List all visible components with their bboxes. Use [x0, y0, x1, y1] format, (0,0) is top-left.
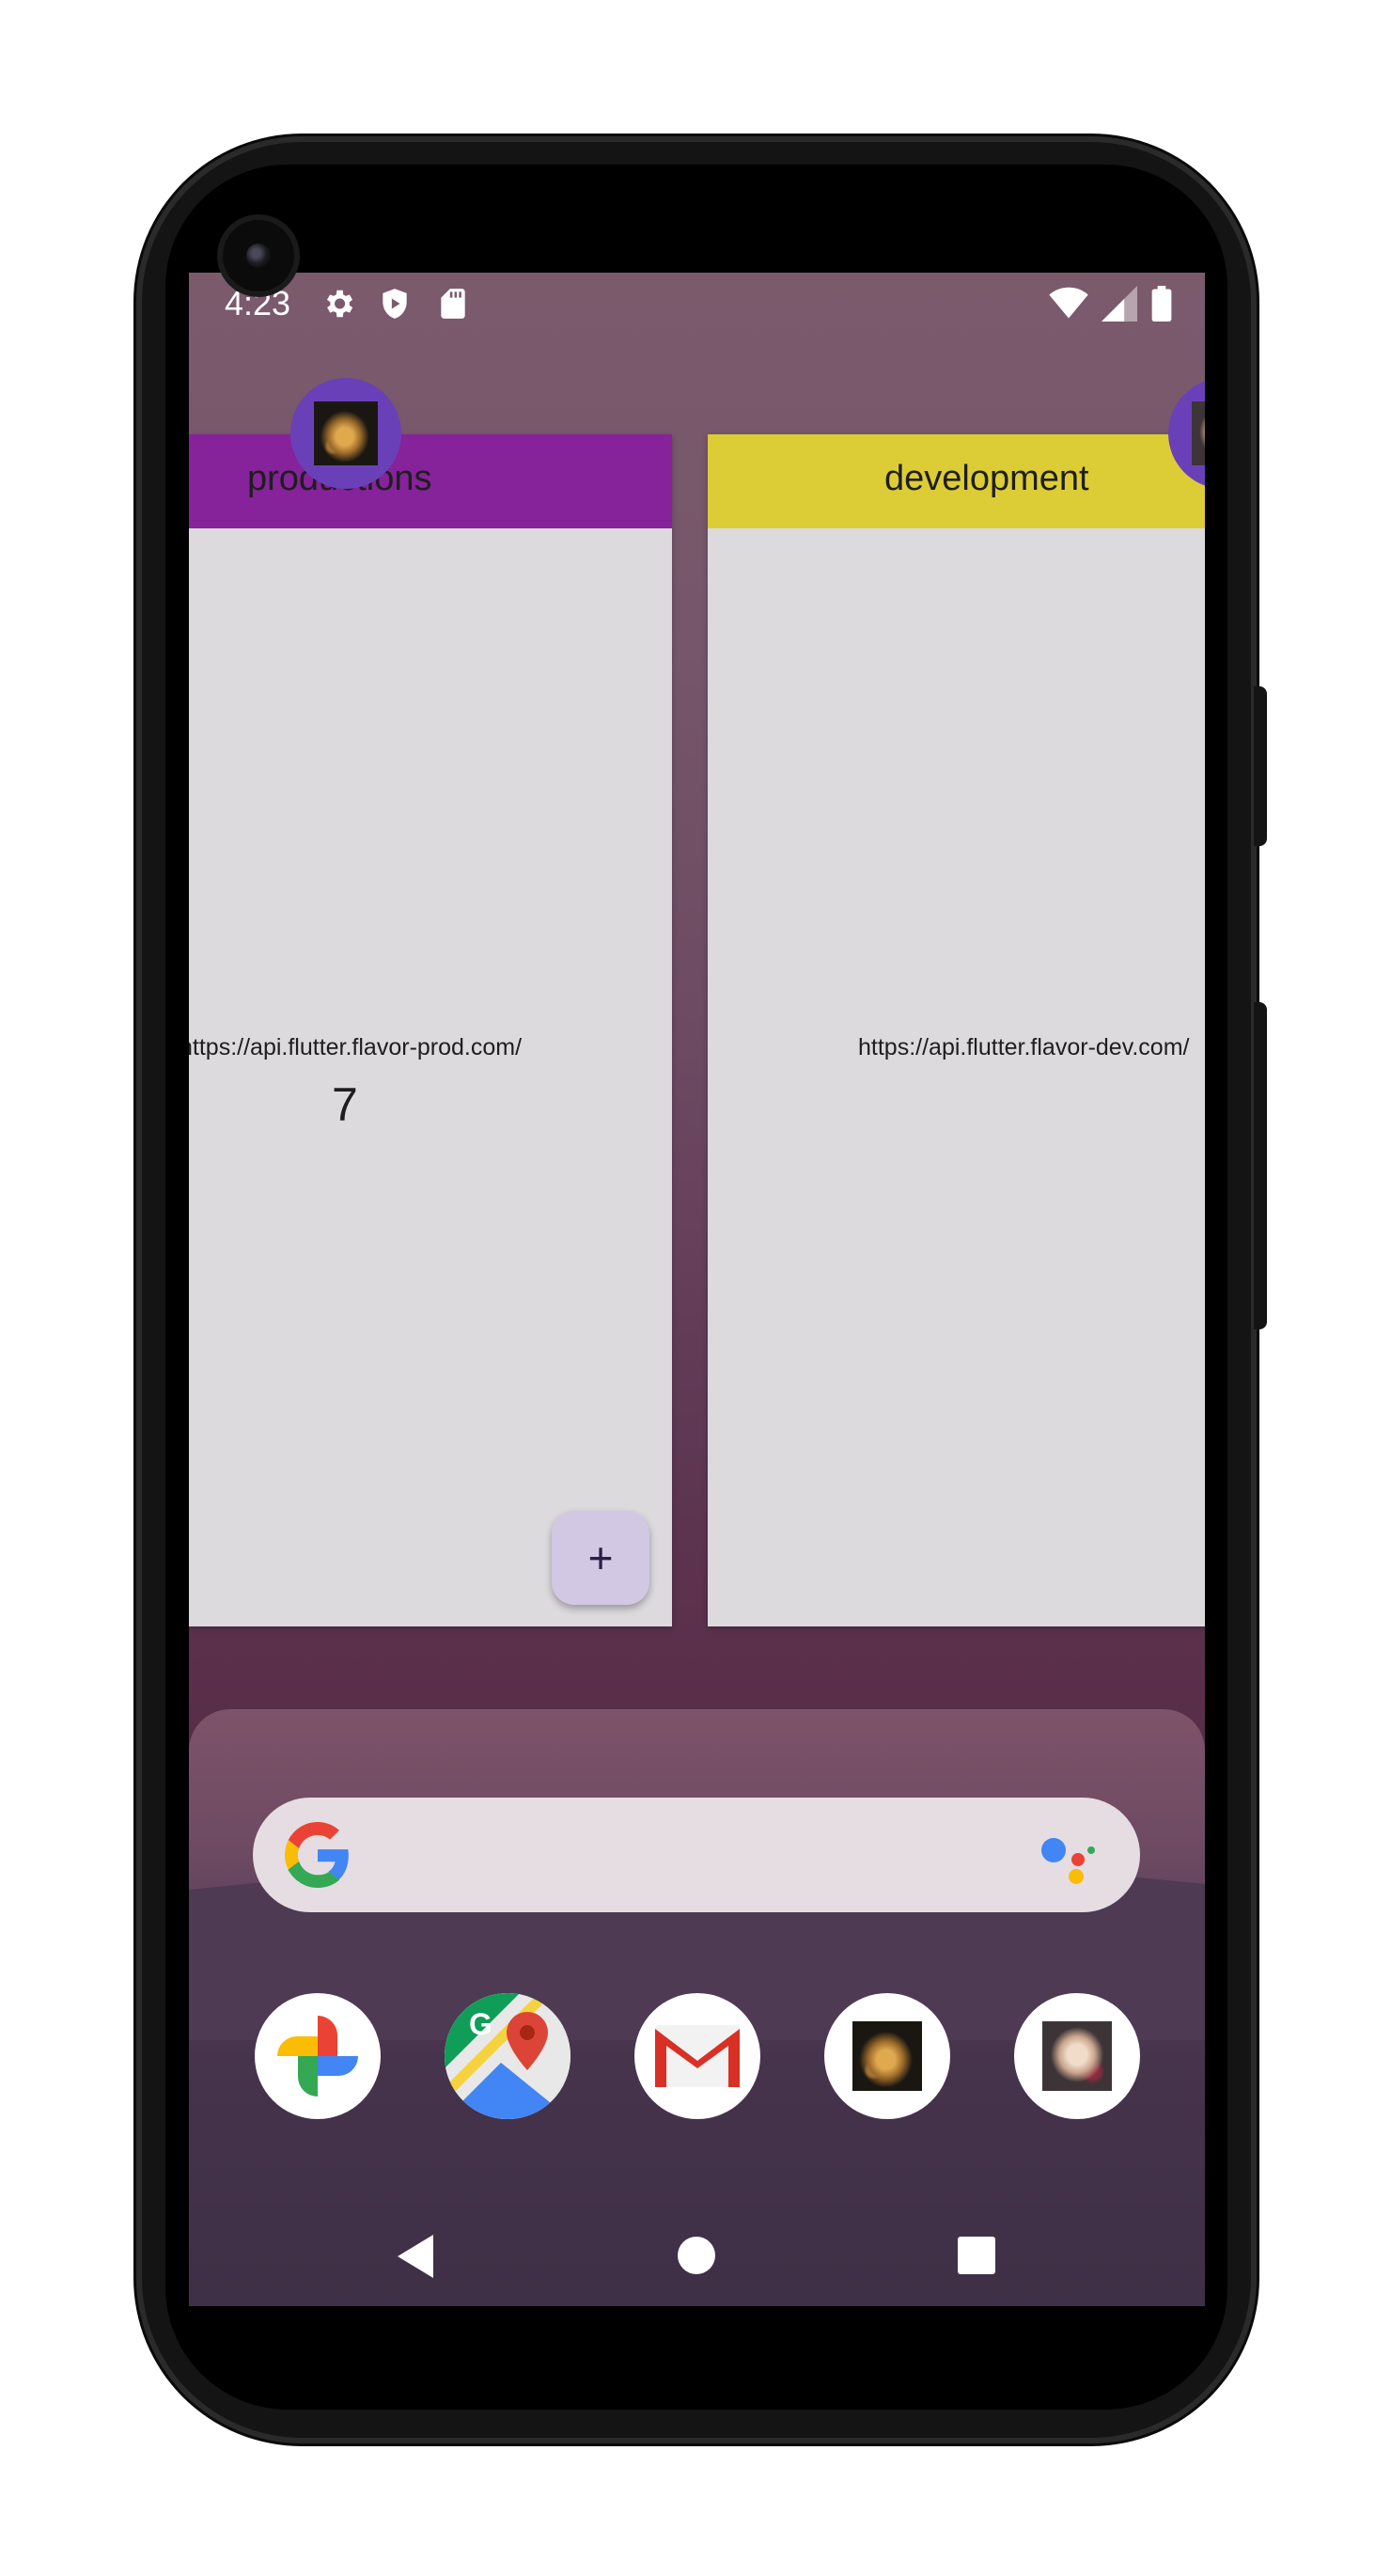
flavor-dev-app-icon	[1042, 2021, 1112, 2091]
flavor-dev-app[interactable]	[1014, 1993, 1140, 2119]
google-assistant-icon	[1041, 1838, 1095, 1884]
home-icon[interactable]	[676, 2235, 717, 2276]
status-bar: 4:23	[189, 273, 1205, 335]
back-icon[interactable]	[396, 2233, 437, 2280]
card-title: development	[884, 459, 1089, 498]
sd-card-icon	[441, 289, 465, 319]
settings-icon	[326, 290, 353, 318]
google-photos-app[interactable]	[255, 1993, 381, 2119]
google-maps-app[interactable]: G	[445, 1993, 570, 2119]
card-counter: 7	[332, 1078, 358, 1131]
google-photos-icon	[277, 2016, 358, 2097]
signal-icon	[1102, 286, 1137, 322]
flavor-prod-app-icon	[852, 2021, 922, 2091]
shield-icon	[383, 289, 407, 319]
front-camera	[223, 220, 294, 291]
card-header: development	[708, 434, 1205, 528]
status-right-icons	[1049, 286, 1173, 322]
food-photo-light	[1192, 401, 1205, 465]
card-url: https://api.flutter.flavor-dev.com/	[858, 1034, 1190, 1060]
dock-app-row: G	[255, 1993, 1140, 2121]
device-mockup: 4:23 https://api.flutter.flavor-prod.com…	[0, 0, 1391, 2576]
environment-card-production[interactable]: productions https://api.flutter.flavor-p…	[189, 378, 672, 1626]
wifi-icon	[1049, 287, 1088, 319]
gmail-app[interactable]	[634, 1993, 760, 2119]
increment-button[interactable]: +	[552, 1511, 649, 1605]
volume-button	[1254, 1002, 1267, 1329]
svg-text:G: G	[469, 2007, 492, 2041]
card-url: https://api.flutter.flavor-prod.com/	[189, 1034, 523, 1060]
card-avatar	[290, 378, 401, 489]
power-button	[1254, 686, 1267, 846]
flavor-prod-app[interactable]	[824, 1993, 950, 2119]
recents-icon[interactable]	[956, 2235, 997, 2276]
google-search-bar[interactable]	[253, 1798, 1140, 1912]
battery-icon	[1151, 286, 1172, 322]
screen: 4:23 https://api.flutter.flavor-prod.com…	[189, 273, 1205, 2306]
food-photo-dark	[314, 401, 378, 465]
card-header: productions	[189, 434, 672, 528]
environment-card-development[interactable]: development https://api.flutter.flavor-d…	[708, 378, 1205, 1626]
navigation-bar	[189, 2205, 1205, 2306]
google-g-icon	[285, 1822, 349, 1888]
google-maps-icon: G	[445, 1993, 570, 2119]
plus-icon: +	[587, 1533, 614, 1582]
gmail-icon	[655, 2025, 740, 2087]
